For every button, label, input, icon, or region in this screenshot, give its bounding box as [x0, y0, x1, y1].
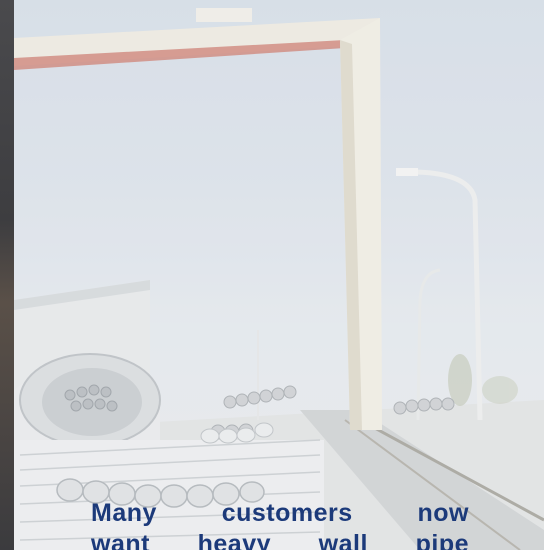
- caption-text: Many customers now want heavy wall pipe: [91, 498, 469, 550]
- photo-frame: Many customers now want heavy wall pipe: [0, 0, 544, 550]
- pipe-yard-photo: [14, 0, 544, 550]
- caption-line-2: want heavy wall pipe: [91, 530, 469, 550]
- caption-line-1: Many customers now: [91, 499, 469, 527]
- photo-haze: [14, 0, 544, 550]
